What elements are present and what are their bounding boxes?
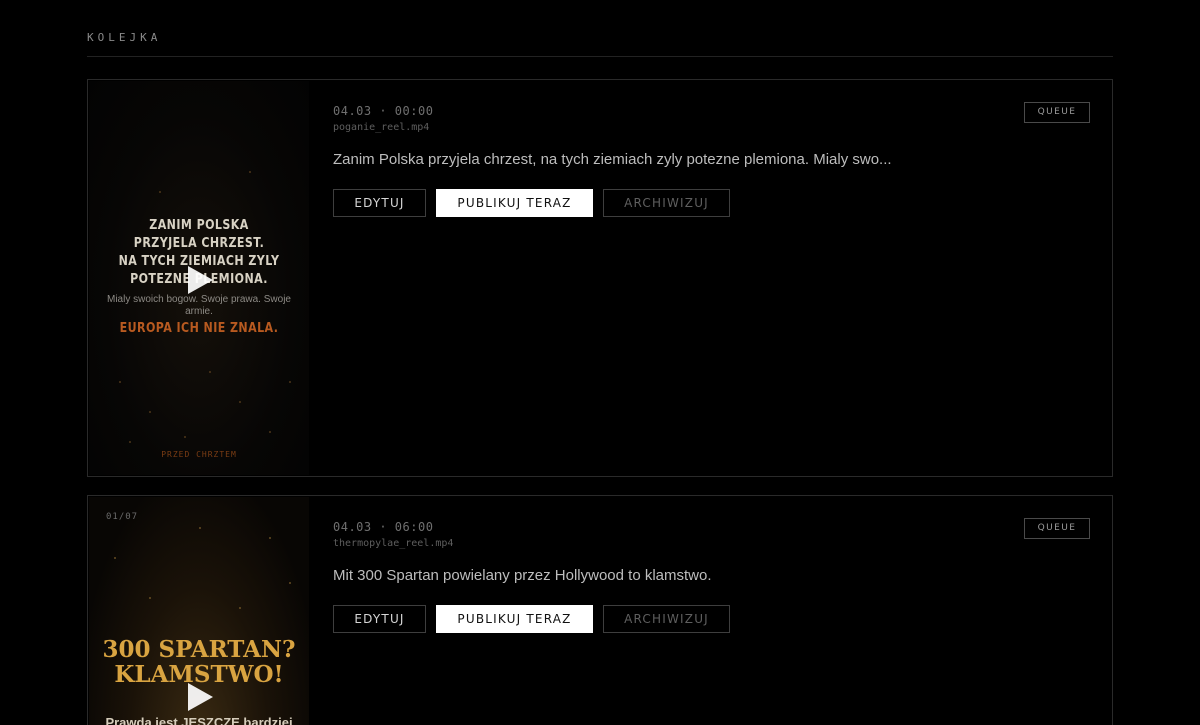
thumbnail-accent: EUROPA ICH NIE ZNALA. (119, 321, 279, 336)
file-name: thermopylae_reel.mp4 (333, 538, 454, 549)
file-name: poganie_reel.mp4 (333, 122, 430, 133)
section-divider (87, 56, 1113, 57)
status-badge: QUEUE (1024, 102, 1090, 123)
queue-page: KOLEJKA ZANIM POLSKA PRZYJELA CHRZEST. N… (0, 0, 1200, 725)
publish-now-button[interactable]: PUBLIKUJ TERAZ (436, 189, 593, 217)
edit-button[interactable]: EDYTUJ (333, 605, 426, 633)
edit-button[interactable]: EDYTUJ (333, 189, 426, 217)
queue-item: 01/07 300 SPARTAN? KLAMSTWO! Prawda jest… (87, 495, 1113, 725)
post-caption: Zanim Polska przyjela chrzest, na tych z… (333, 151, 892, 168)
play-icon[interactable] (188, 683, 213, 711)
scheduled-time: 04.03 · 06:00 (333, 520, 434, 534)
thumbnail-headline: 300 SPARTAN? KLAMSTWO! (102, 636, 296, 688)
section-title: KOLEJKA (87, 31, 162, 44)
post-caption: Mit 300 Spartan powielany przez Hollywoo… (333, 567, 712, 584)
video-thumbnail[interactable]: ZANIM POLSKA PRZYJELA CHRZEST. NA TYCH Z… (89, 81, 309, 475)
video-thumbnail[interactable]: 01/07 300 SPARTAN? KLAMSTWO! Prawda jest… (89, 497, 309, 725)
thumbnail-footer: PRZED CHRZTEM (161, 450, 237, 459)
status-badge: QUEUE (1024, 518, 1090, 539)
thumbnail-subtext: Prawda jest JESZCZE bardziej (105, 715, 293, 725)
archive-button[interactable]: ARCHIWIZUJ (603, 605, 730, 633)
queue-item: ZANIM POLSKA PRZYJELA CHRZEST. NA TYCH Z… (87, 79, 1113, 477)
publish-now-button[interactable]: PUBLIKUJ TERAZ (436, 605, 593, 633)
scheduled-time: 04.03 · 00:00 (333, 104, 434, 118)
thumbnail-subtext: Mialy swoich bogow. Swoje prawa. Swoje a… (107, 294, 291, 317)
archive-button[interactable]: ARCHIWIZUJ (603, 189, 730, 217)
play-icon[interactable] (188, 266, 213, 294)
slide-counter: 01/07 (106, 512, 139, 522)
